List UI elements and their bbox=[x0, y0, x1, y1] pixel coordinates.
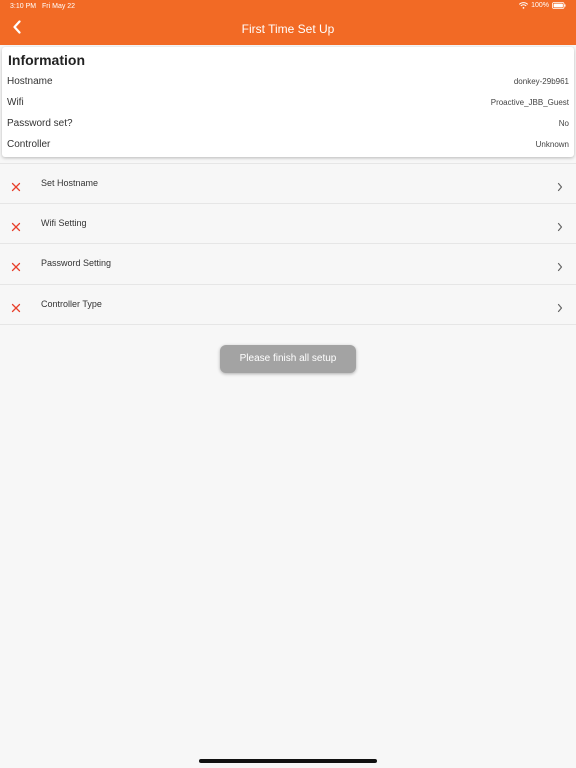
info-label: Wifi bbox=[7, 97, 24, 108]
info-label: Password set? bbox=[7, 118, 73, 129]
status-indicators: 100% bbox=[519, 2, 566, 9]
setting-row-wifi-setting[interactable]: Wifi Setting bbox=[0, 204, 576, 244]
info-value: No bbox=[558, 119, 569, 128]
setting-row-controller-type[interactable]: Controller Type bbox=[0, 285, 576, 325]
setting-label: Wifi Setting bbox=[41, 217, 87, 228]
status-bar: 3:10 PM Fri May 22 100% bbox=[0, 0, 576, 14]
setting-label: Password Setting bbox=[41, 258, 112, 268]
x-icon bbox=[11, 179, 21, 192]
setting-label: Controller Type bbox=[41, 298, 102, 309]
home-indicator[interactable] bbox=[199, 759, 377, 763]
info-value: Proactive_JBB_Guest bbox=[490, 98, 569, 107]
battery-icon bbox=[552, 2, 566, 9]
chevron-right-icon bbox=[556, 259, 564, 272]
setting-row-set-hostname[interactable]: Set Hostname bbox=[0, 163, 576, 204]
x-icon bbox=[11, 300, 21, 312]
info-value: donkey-29b961 bbox=[513, 77, 569, 86]
information-title: Information bbox=[8, 52, 85, 68]
nav-bar: First Time Set Up bbox=[0, 14, 576, 45]
info-row-controller: Controller Unknown bbox=[2, 136, 574, 156]
status-time: 3:10 PM bbox=[10, 3, 37, 10]
battery-percent: 100% bbox=[531, 2, 549, 9]
info-label: Hostname bbox=[7, 76, 53, 87]
x-icon bbox=[11, 219, 21, 231]
header: 3:10 PM Fri May 22 100% First Time Set U… bbox=[0, 0, 576, 45]
setting-label: Set Hostname bbox=[41, 178, 99, 188]
setting-row-password-setting[interactable]: Password Setting bbox=[0, 244, 576, 285]
info-row-password: Password set? No bbox=[2, 115, 574, 135]
page-title: First Time Set Up bbox=[241, 22, 335, 36]
info-value: Unknown bbox=[535, 140, 569, 149]
settings-list: Set Hostname Wifi Setting Password Setti… bbox=[0, 163, 576, 325]
chevron-right-icon bbox=[556, 300, 564, 312]
toast-message: Please finish all setup bbox=[220, 345, 356, 373]
x-icon bbox=[11, 259, 21, 272]
wifi-icon bbox=[519, 2, 529, 9]
info-row-wifi: Wifi Proactive_JBB_Guest bbox=[2, 94, 574, 114]
status-date: Fri May 22 bbox=[42, 3, 76, 10]
chevron-right-icon bbox=[556, 219, 564, 231]
information-card: Information Hostname donkey-29b961 Wifi … bbox=[2, 47, 574, 157]
info-row-hostname: Hostname donkey-29b961 bbox=[2, 73, 574, 93]
chevron-right-icon bbox=[556, 179, 564, 192]
info-label: Controller bbox=[7, 139, 51, 150]
